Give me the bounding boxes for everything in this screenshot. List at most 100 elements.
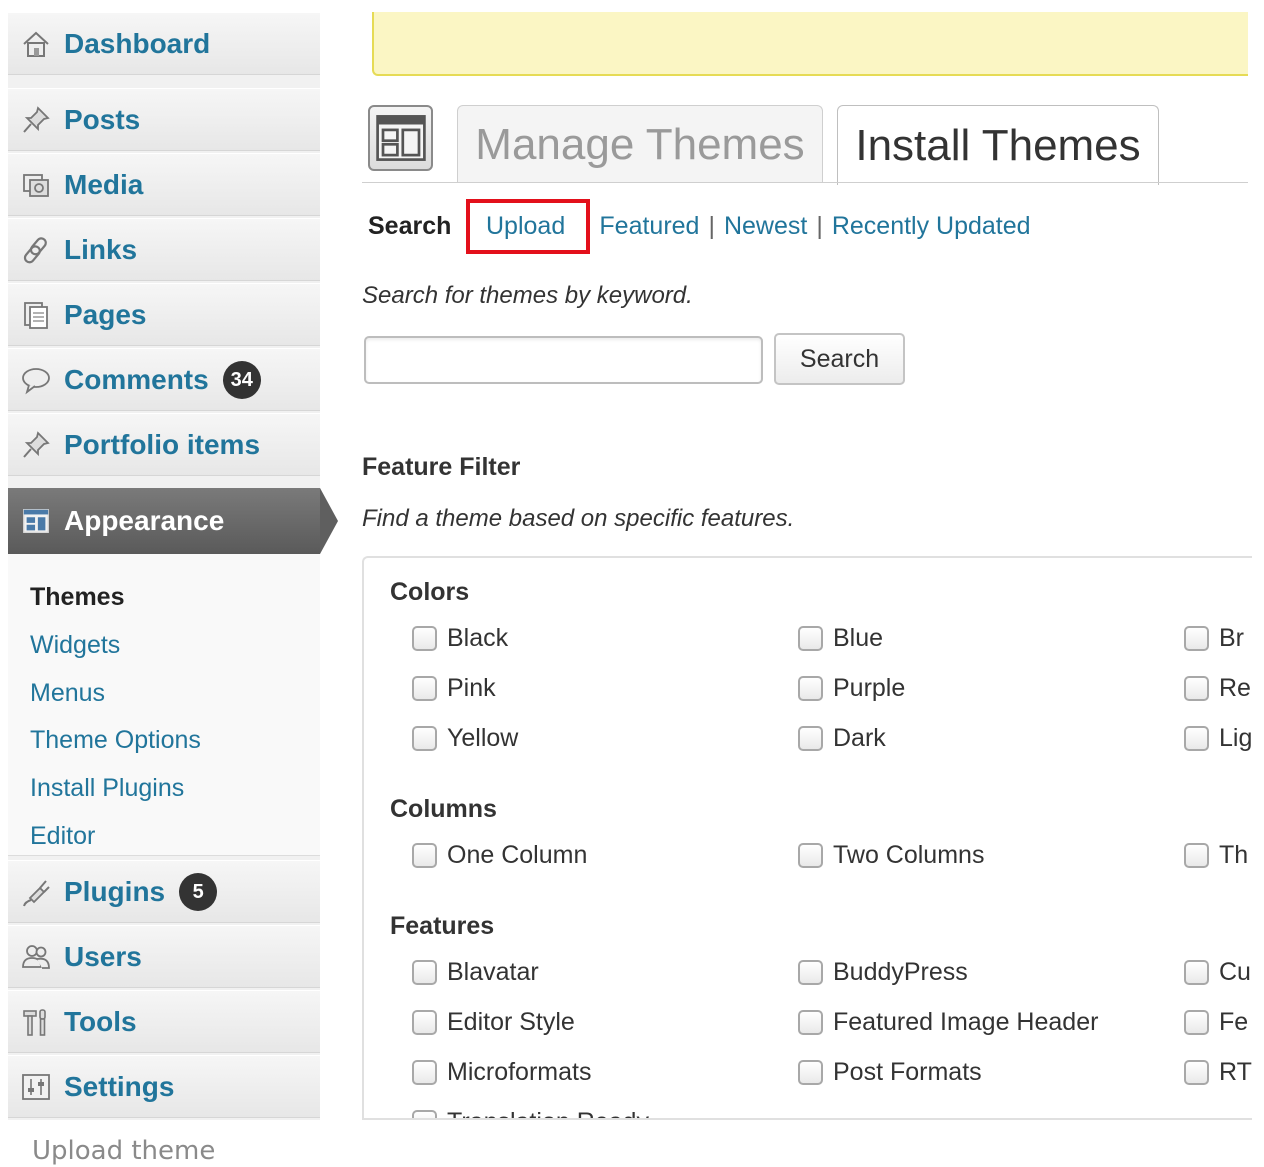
filter-checkbox-red[interactable]: Re <box>1184 674 1251 703</box>
search-button[interactable]: Search <box>774 333 905 385</box>
menu-users-label: Users <box>64 940 142 972</box>
menu-dashboard[interactable]: Dashboard <box>8 12 320 75</box>
menu-comments[interactable]: Comments 34 <box>8 348 320 411</box>
speech-bubble-icon <box>18 362 54 398</box>
filter-checkbox-editor-style[interactable]: Editor Style <box>412 1008 575 1037</box>
checkbox[interactable] <box>412 1110 437 1118</box>
menu-dashboard-label: Dashboard <box>64 27 211 59</box>
checkbox[interactable] <box>798 1010 823 1035</box>
checkbox[interactable] <box>1184 626 1209 651</box>
menu-media-label: Media <box>64 168 144 200</box>
menu-pages[interactable]: Pages <box>8 283 320 346</box>
media-icon <box>18 167 54 203</box>
checkbox[interactable] <box>412 726 437 751</box>
tab-manage-themes[interactable]: Manage Themes <box>457 105 823 183</box>
checkbox[interactable] <box>798 626 823 651</box>
menu-users[interactable]: Users <box>8 925 320 988</box>
filter-checkbox-brown[interactable]: Br <box>1184 624 1244 653</box>
subnav-recently-updated[interactable]: Recently Updated <box>832 212 1031 241</box>
filter-checkbox-featured-image-header[interactable]: Featured Image Header <box>798 1008 1098 1037</box>
menu-portfolio-items[interactable]: Portfolio items <box>8 413 320 476</box>
sliders-icon <box>18 1069 54 1105</box>
plug-icon <box>18 874 54 910</box>
upload-highlight-box <box>466 199 590 254</box>
menu-appearance-label: Appearance <box>64 505 225 536</box>
checkbox[interactable] <box>1184 726 1209 751</box>
submenu-themes[interactable]: Themes <box>30 583 124 612</box>
checkbox[interactable] <box>798 1060 823 1085</box>
menu-settings-label: Settings <box>64 1070 175 1102</box>
filter-checkbox-black[interactable]: Black <box>412 624 508 653</box>
checkbox[interactable] <box>412 843 437 868</box>
filter-checkbox-blue[interactable]: Blue <box>798 624 883 653</box>
checkbox[interactable] <box>1184 843 1209 868</box>
filter-checkbox-blavatar[interactable]: Blavatar <box>412 958 539 987</box>
checkbox[interactable] <box>1184 960 1209 985</box>
filter-checkbox-buddypress[interactable]: BuddyPress <box>798 958 968 987</box>
filter-checkbox-translation-ready[interactable]: Translation Ready <box>412 1108 649 1118</box>
subnav-search[interactable]: Search <box>368 212 451 241</box>
filter-checkbox-two-columns[interactable]: Two Columns <box>798 841 984 870</box>
pushpin-icon <box>18 102 54 138</box>
checkbox[interactable] <box>412 676 437 701</box>
menu-links-label: Links <box>64 233 138 265</box>
checkbox[interactable] <box>798 726 823 751</box>
subnav-featured[interactable]: Featured <box>599 212 699 241</box>
tools-icon <box>18 1004 54 1040</box>
filter-group-features-title: Features <box>390 912 495 940</box>
subnav-separator: | <box>708 211 715 240</box>
filter-checkbox-featured-images[interactable]: Fe <box>1184 1008 1248 1037</box>
checkbox[interactable] <box>1184 1060 1209 1085</box>
filter-checkbox-one-column[interactable]: One Column <box>412 841 587 870</box>
filter-checkbox-rtl[interactable]: RT <box>1184 1058 1252 1087</box>
home-icon <box>18 26 54 62</box>
checkbox[interactable] <box>1184 676 1209 701</box>
checkbox[interactable] <box>798 843 823 868</box>
menu-plugins[interactable]: Plugins 5 <box>8 860 320 923</box>
menu-appearance[interactable]: Appearance <box>8 488 320 554</box>
submenu-menus[interactable]: Menus <box>30 679 105 708</box>
filter-checkbox-yellow[interactable]: Yellow <box>412 724 518 753</box>
checkbox[interactable] <box>412 960 437 985</box>
subnav-newest[interactable]: Newest <box>724 212 807 241</box>
filter-checkbox-purple[interactable]: Purple <box>798 674 905 703</box>
filter-checkbox-light[interactable]: Lig <box>1184 724 1252 753</box>
pushpin-icon <box>18 427 54 463</box>
filter-checkbox-three-columns[interactable]: Th <box>1184 841 1248 870</box>
filter-checkbox-custom[interactable]: Cu <box>1184 958 1251 987</box>
pages-icon <box>18 297 54 333</box>
plugins-count-badge: 5 <box>179 872 218 911</box>
checkbox[interactable] <box>1184 1010 1209 1035</box>
submenu-widgets[interactable]: Widgets <box>30 631 120 660</box>
tabs-divider <box>362 182 1248 183</box>
submenu-theme-options[interactable]: Theme Options <box>30 726 201 755</box>
submenu-install-plugins[interactable]: Install Plugins <box>30 774 184 803</box>
checkbox[interactable] <box>798 676 823 701</box>
checkbox[interactable] <box>412 1060 437 1085</box>
checkbox[interactable] <box>412 1010 437 1035</box>
tab-install-themes[interactable]: Install Themes <box>837 105 1159 185</box>
admin-sidebar: Dashboard Posts Media Links Pages Commen… <box>8 12 338 1120</box>
checkbox[interactable] <box>412 626 437 651</box>
filter-checkbox-post-formats[interactable]: Post Formats <box>798 1058 982 1087</box>
appearance-icon <box>18 503 54 539</box>
feature-filter-box: Colors Black Blue Br Pink Purple Re Yell… <box>362 556 1252 1120</box>
filter-checkbox-microformats[interactable]: Microformats <box>412 1058 591 1087</box>
checkbox[interactable] <box>798 960 823 985</box>
menu-tools-label: Tools <box>64 1005 137 1037</box>
feature-filter-description: Find a theme based on specific features. <box>362 505 795 532</box>
filter-checkbox-dark[interactable]: Dark <box>798 724 886 753</box>
menu-portfolio-label: Portfolio items <box>64 428 261 460</box>
menu-links[interactable]: Links <box>8 218 320 281</box>
menu-posts[interactable]: Posts <box>8 88 320 151</box>
filter-checkbox-pink[interactable]: Pink <box>412 674 496 703</box>
menu-tools[interactable]: Tools <box>8 990 320 1053</box>
theme-search-input[interactable] <box>364 336 763 384</box>
menu-settings[interactable]: Settings <box>8 1055 320 1118</box>
submenu-editor[interactable]: Editor <box>30 822 95 851</box>
filter-group-colors-title: Colors <box>390 578 470 606</box>
layout-icon <box>375 115 426 161</box>
menu-media[interactable]: Media <box>8 153 320 216</box>
menu-comments-label: Comments <box>64 363 209 395</box>
themes-screen-icon <box>368 105 433 171</box>
